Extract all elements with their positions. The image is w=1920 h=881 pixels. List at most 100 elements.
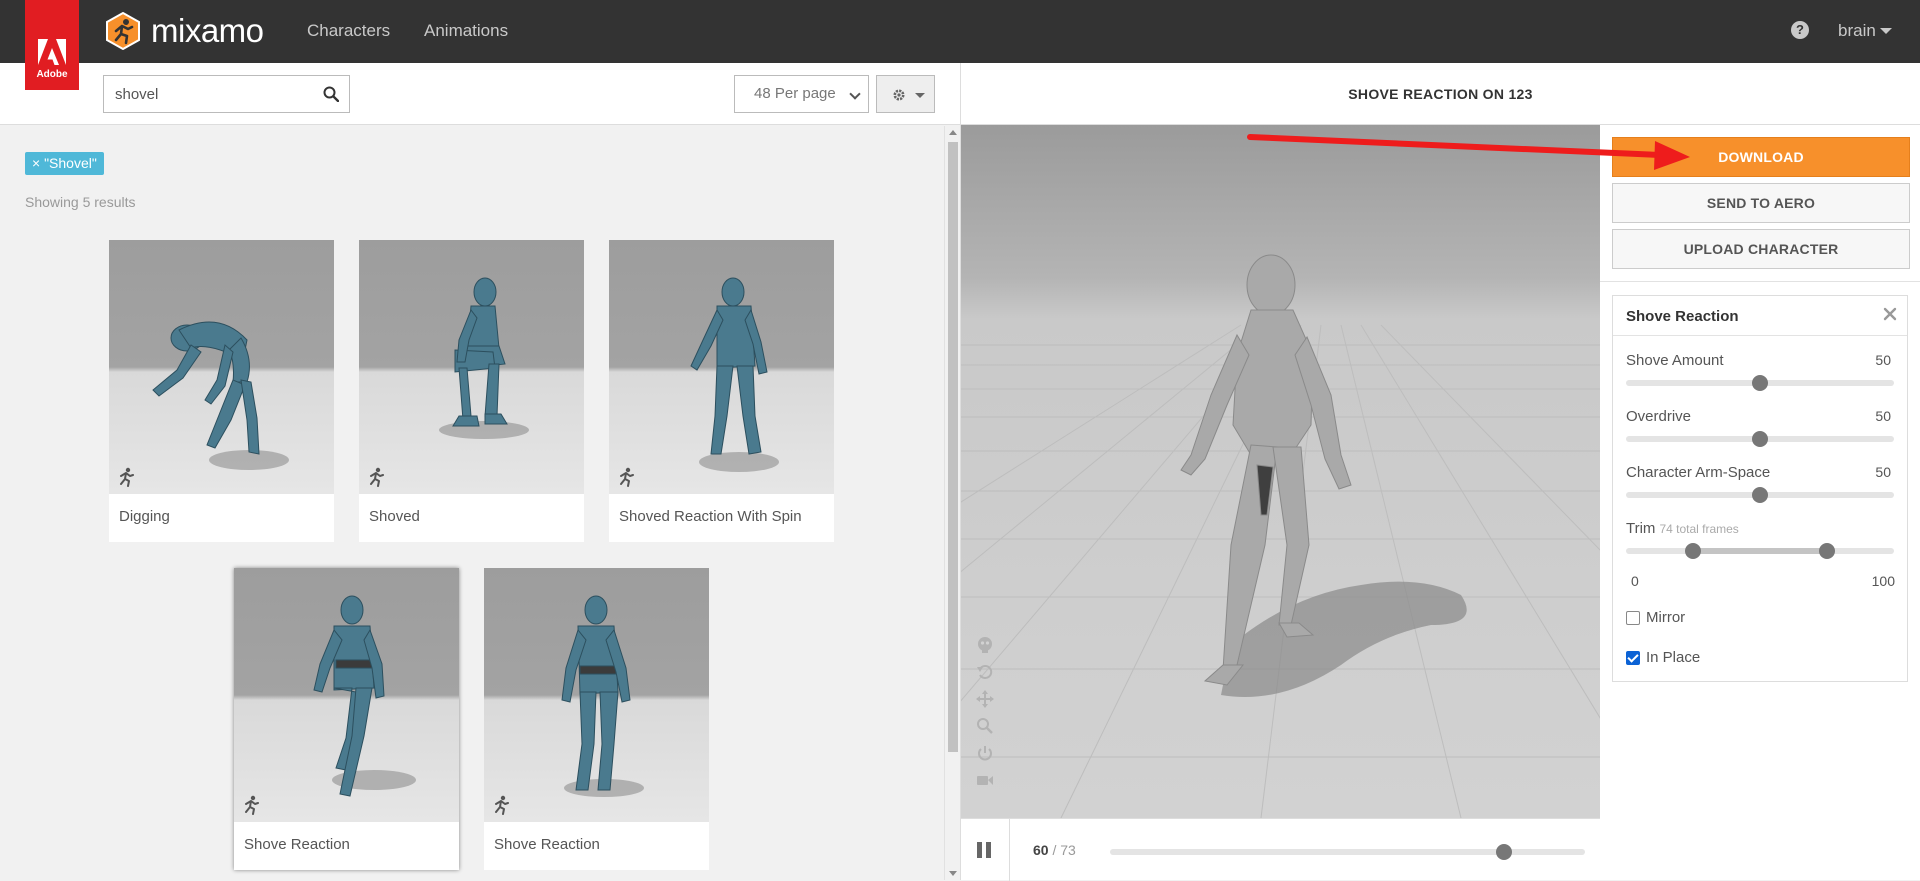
adobe-badge[interactable]: Adobe bbox=[25, 0, 79, 90]
camera-icon[interactable] bbox=[975, 770, 995, 790]
shove-amount-slider[interactable] bbox=[1626, 375, 1894, 391]
mixamo-logo-icon bbox=[106, 12, 140, 50]
viewport-toolbar bbox=[975, 635, 995, 797]
pan-icon[interactable] bbox=[975, 689, 995, 709]
arm-space-value: 50 bbox=[1875, 464, 1891, 480]
slider-handle[interactable] bbox=[1752, 431, 1768, 447]
settings-header: Shove Reaction bbox=[1613, 296, 1907, 336]
viewer-title: SHOVE REACTION ON 123 bbox=[1348, 86, 1533, 102]
adobe-label: Adobe bbox=[36, 69, 68, 80]
character-figure bbox=[152, 321, 289, 470]
trim-end-handle[interactable] bbox=[1819, 543, 1835, 559]
animation-thumbnail bbox=[359, 240, 584, 494]
timeline-slider[interactable] bbox=[1110, 844, 1585, 860]
animation-settings-panel: Shove Reaction Shove Amount 50 Overdrive… bbox=[1612, 295, 1908, 682]
scroll-down-icon[interactable] bbox=[949, 871, 957, 876]
animation-thumbnail bbox=[234, 568, 459, 822]
scrollbar-thumb[interactable] bbox=[948, 142, 958, 752]
checkbox-box[interactable] bbox=[1626, 610, 1640, 625]
close-icon[interactable] bbox=[1883, 307, 1897, 321]
filter-tag[interactable]: × "Shovel" bbox=[25, 152, 104, 175]
panel-divider bbox=[1600, 281, 1920, 282]
animation-title: Shoved bbox=[369, 508, 420, 525]
animation-thumbnail bbox=[484, 568, 709, 822]
send-to-aero-button[interactable]: SEND TO AERO bbox=[1612, 183, 1910, 223]
overdrive-value: 50 bbox=[1875, 408, 1891, 424]
in-place-checkbox[interactable]: In Place bbox=[1626, 649, 1700, 666]
overdrive-slider[interactable] bbox=[1626, 431, 1894, 447]
overdrive-label: Overdrive bbox=[1626, 408, 1692, 425]
running-man-icon bbox=[620, 467, 634, 487]
result-count: Showing 5 results bbox=[25, 194, 136, 210]
running-man-icon bbox=[370, 467, 384, 487]
results-scrollbar[interactable] bbox=[944, 126, 960, 880]
arm-space-label: Character Arm-Space bbox=[1626, 464, 1771, 481]
trim-frames-note: 74 total frames bbox=[1659, 522, 1739, 536]
slider-handle[interactable] bbox=[1752, 487, 1768, 503]
help-icon[interactable]: ? bbox=[1791, 21, 1809, 39]
skeleton-icon[interactable] bbox=[975, 635, 995, 655]
zoom-icon[interactable] bbox=[975, 716, 995, 736]
mirror-checkbox[interactable]: Mirror bbox=[1626, 609, 1685, 626]
search-icon[interactable] bbox=[323, 86, 339, 102]
search-toolbar: 48 Per page bbox=[0, 63, 960, 125]
animation-card[interactable]: Shoved Reaction With Spin bbox=[609, 240, 834, 542]
timeline-handle[interactable] bbox=[1496, 844, 1513, 860]
character-figure bbox=[690, 277, 779, 472]
current-frame: 60 bbox=[1033, 842, 1049, 858]
download-button[interactable]: DOWNLOAD bbox=[1612, 137, 1910, 177]
results-panel: × "Shovel" Showing 5 results Digging Sho… bbox=[0, 126, 944, 880]
slider-handle[interactable] bbox=[1752, 375, 1768, 391]
top-navbar: mixamo Characters Animations ? brain bbox=[0, 0, 1920, 63]
gear-icon bbox=[893, 89, 905, 101]
playbar-divider bbox=[1009, 819, 1010, 881]
adobe-logo-icon bbox=[38, 39, 66, 65]
search-input[interactable] bbox=[104, 76, 314, 112]
3d-viewport[interactable] bbox=[961, 125, 1600, 818]
trim-start-handle[interactable] bbox=[1685, 543, 1701, 559]
trim-min-label: 0 bbox=[1631, 573, 1639, 589]
settings-title: Shove Reaction bbox=[1626, 308, 1739, 325]
trim-label: Trim 74 total frames bbox=[1626, 520, 1739, 537]
character-figure bbox=[561, 595, 644, 797]
upload-character-button[interactable]: UPLOAD CHARACTER bbox=[1612, 229, 1910, 269]
running-man-icon bbox=[120, 467, 134, 487]
nav-animations[interactable]: Animations bbox=[424, 21, 508, 41]
shove-amount-label: Shove Amount bbox=[1626, 352, 1724, 369]
power-icon[interactable] bbox=[975, 743, 995, 763]
animation-title: Shoved Reaction With Spin bbox=[619, 508, 802, 525]
trim-title: Trim bbox=[1626, 520, 1656, 537]
scroll-up-icon[interactable] bbox=[949, 130, 957, 135]
settings-dropdown-button[interactable] bbox=[876, 75, 935, 113]
animation-card[interactable]: Shove Reaction bbox=[484, 568, 709, 870]
animation-card[interactable]: Digging bbox=[109, 240, 334, 542]
pause-icon[interactable] bbox=[977, 842, 992, 858]
reset-camera-icon[interactable] bbox=[975, 662, 995, 682]
logo-text: mixamo bbox=[151, 12, 264, 49]
shove-amount-value: 50 bbox=[1875, 352, 1891, 368]
trim-range-fill bbox=[1693, 548, 1827, 554]
animation-card-selected[interactable]: Shove Reaction bbox=[234, 568, 459, 870]
playback-bar: 60 / 73 bbox=[961, 818, 1600, 881]
viewer-header: SHOVE REACTION ON 123 bbox=[961, 63, 1920, 125]
side-panel: DOWNLOAD SEND TO AERO UPLOAD CHARACTER S… bbox=[1600, 125, 1920, 880]
animation-title: Shove Reaction bbox=[244, 836, 350, 853]
caret-down-icon bbox=[915, 93, 925, 98]
trim-slider[interactable] bbox=[1626, 543, 1894, 559]
character-figure bbox=[439, 277, 529, 439]
nav-characters[interactable]: Characters bbox=[307, 21, 390, 41]
mixamo-logo[interactable]: mixamo bbox=[104, 12, 264, 50]
frame-counter: 60 / 73 bbox=[1033, 842, 1076, 858]
running-man-icon bbox=[495, 795, 509, 815]
chevron-down-icon bbox=[849, 88, 861, 100]
checkbox-box[interactable] bbox=[1626, 650, 1640, 665]
arm-space-slider[interactable] bbox=[1626, 487, 1894, 503]
user-menu[interactable]: brain bbox=[1838, 21, 1892, 41]
animation-card[interactable]: Shoved bbox=[359, 240, 584, 542]
floor-grid bbox=[961, 254, 1600, 818]
user-name: brain bbox=[1838, 21, 1876, 40]
animation-thumbnail bbox=[109, 240, 334, 494]
in-place-label: In Place bbox=[1646, 649, 1701, 666]
animation-title: Shove Reaction bbox=[494, 836, 600, 853]
per-page-select[interactable]: 48 Per page bbox=[734, 75, 869, 113]
